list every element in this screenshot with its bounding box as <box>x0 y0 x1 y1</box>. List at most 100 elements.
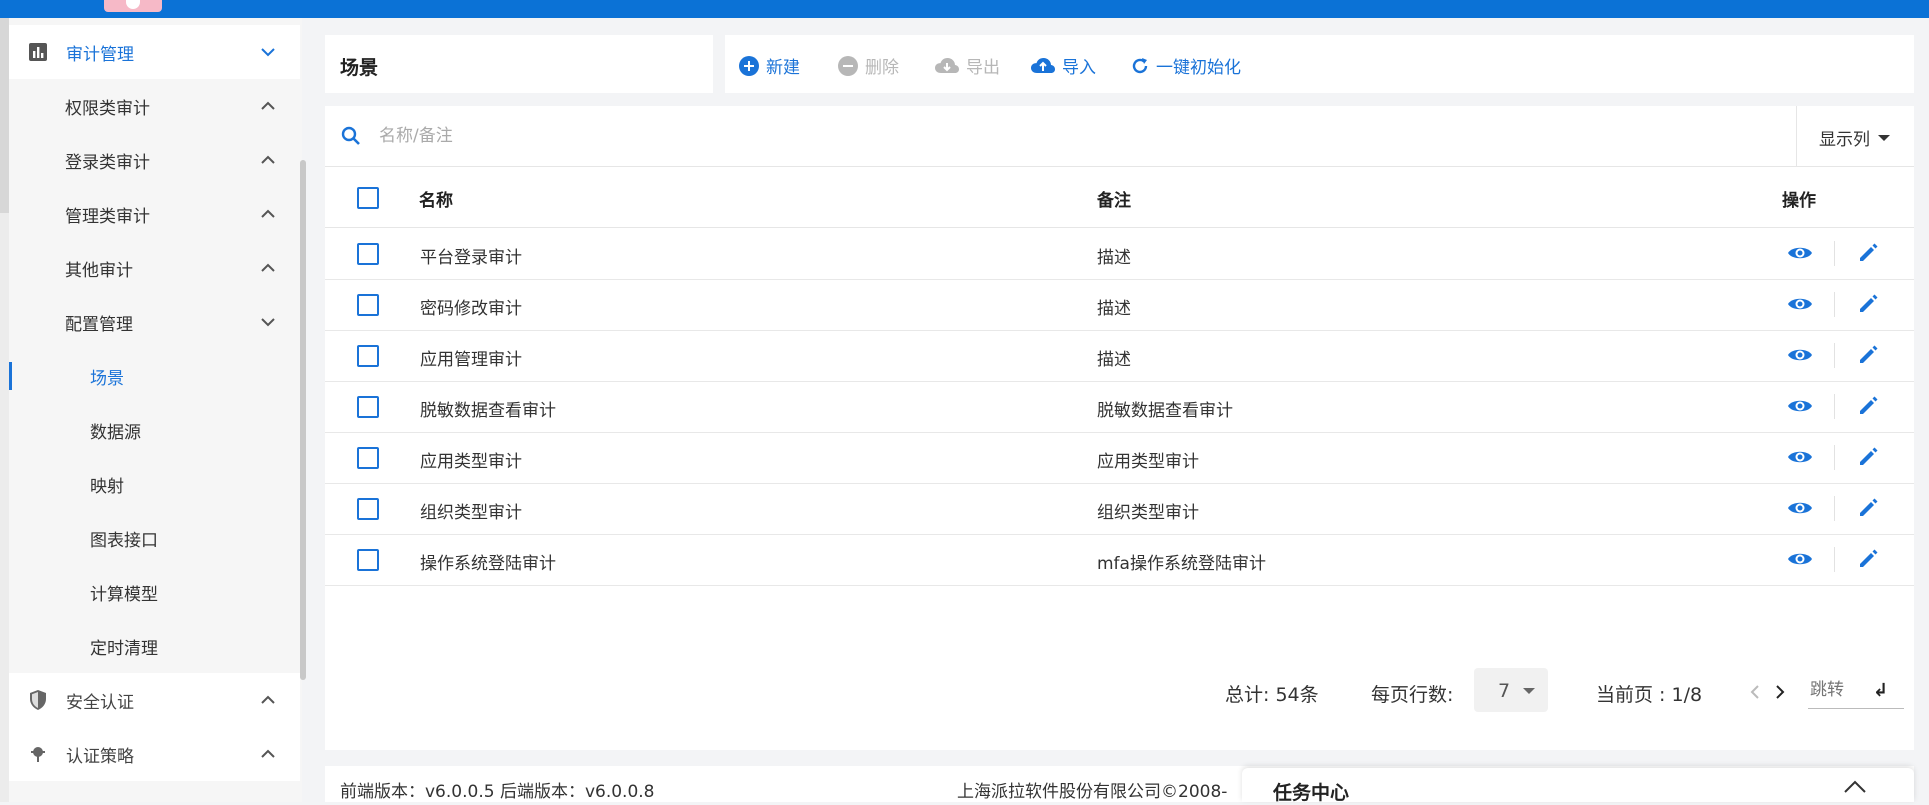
edit-pencil-icon[interactable] <box>1856 445 1880 469</box>
view-eye-icon[interactable] <box>1787 345 1813 365</box>
table-row[interactable]: 密码修改审计 描述 <box>325 279 1914 331</box>
sidebar-item-login-audit[interactable]: 登录类审计 <box>9 133 300 187</box>
copyright: 上海派拉软件股份有限公司©2008- <box>957 782 1228 802</box>
row-checkbox[interactable] <box>357 396 379 418</box>
row-remark: 描述 <box>1097 248 1131 268</box>
sidebar-item-management-audit[interactable]: 管理类审计 <box>9 187 300 241</box>
row-checkbox[interactable] <box>357 345 379 367</box>
chevron-up-icon <box>261 749 275 758</box>
sidebar-item-chart-api[interactable]: 图表接口 <box>9 511 300 565</box>
sidebar-item-mapping[interactable]: 映射 <box>9 457 300 511</box>
sidebar-item-scene[interactable]: 场景 <box>9 349 300 403</box>
action-divider <box>1834 394 1835 419</box>
new-button[interactable]: 新建 <box>738 53 800 78</box>
row-checkbox[interactable] <box>357 549 379 571</box>
sidebar-item-label: 配置管理 <box>65 314 133 335</box>
edit-pencil-icon[interactable] <box>1856 394 1880 418</box>
row-checkbox[interactable] <box>357 294 379 316</box>
cloud-download-icon <box>935 57 959 73</box>
column-header-name: 名称 <box>419 191 453 211</box>
edit-pencil-icon[interactable] <box>1856 241 1880 265</box>
sidebar-scrollbar[interactable] <box>300 160 306 680</box>
sidebar-item-label: 场景 <box>90 368 124 389</box>
row-remark: mfa操作系统登陆审计 <box>1097 554 1266 574</box>
top-bar <box>0 0 1929 18</box>
import-button[interactable]: 导入 <box>1030 53 1096 78</box>
task-center-panel[interactable]: 任务中心 <box>1242 768 1914 804</box>
edit-pencil-icon[interactable] <box>1856 496 1880 520</box>
sidebar-item-label: 认证策略 <box>66 746 134 767</box>
sidebar-item-scheduled-cleanup[interactable]: 定时清理 <box>9 619 300 673</box>
sidebar-item-label: 其他审计 <box>65 260 133 281</box>
export-button[interactable]: 导出 <box>934 53 1000 78</box>
table-row[interactable]: 应用类型审计 应用类型审计 <box>325 432 1914 484</box>
next-page-icon[interactable] <box>1773 683 1787 701</box>
view-eye-icon[interactable] <box>1787 549 1813 569</box>
action-divider <box>1834 547 1835 572</box>
task-center-title: 任务中心 <box>1273 782 1350 804</box>
sidebar-edge-marker <box>0 18 9 213</box>
bar-chart-icon <box>26 40 50 64</box>
table-row[interactable]: 操作系统登陆审计 mfa操作系统登陆审计 <box>325 534 1914 586</box>
rows-per-page-value: 7 <box>1498 680 1511 702</box>
edit-pencil-icon[interactable] <box>1856 547 1880 571</box>
row-remark: 描述 <box>1097 350 1131 370</box>
sidebar-item-other-audit[interactable]: 其他审计 <box>9 241 300 295</box>
page-title: 场景 <box>340 57 379 79</box>
rows-per-page-select[interactable]: 7 <box>1474 668 1548 712</box>
table-row[interactable]: 组织类型审计 组织类型审计 <box>325 483 1914 535</box>
sidebar-item-permission-audit[interactable]: 权限类审计 <box>9 79 300 133</box>
plus-circle-icon <box>739 55 759 76</box>
view-eye-icon[interactable] <box>1787 294 1813 314</box>
view-eye-icon[interactable] <box>1787 498 1813 518</box>
view-eye-icon[interactable] <box>1787 447 1813 467</box>
row-checkbox[interactable] <box>357 447 379 469</box>
select-all-checkbox[interactable] <box>357 187 379 209</box>
sidebar-item-compute-model[interactable]: 计算模型 <box>9 565 300 619</box>
chevron-up-icon[interactable] <box>1842 778 1868 796</box>
chevron-up-icon <box>261 209 275 218</box>
row-checkbox[interactable] <box>357 498 379 520</box>
edit-pencil-icon[interactable] <box>1856 343 1880 367</box>
search-icon <box>341 126 360 145</box>
sidebar-item-audit[interactable]: 审计管理 <box>9 25 300 79</box>
view-eye-icon[interactable] <box>1787 243 1813 263</box>
action-divider <box>1834 343 1835 368</box>
app-logo <box>104 0 162 12</box>
sidebar-item-label: 数据源 <box>90 422 141 443</box>
jump-input[interactable] <box>1808 679 1872 701</box>
row-remark: 脱敏数据查看审计 <box>1097 401 1233 421</box>
enter-icon[interactable]: ↲ <box>1873 680 1888 701</box>
sidebar-item-label: 登录类审计 <box>65 152 150 173</box>
sidebar-item-config-management[interactable]: 配置管理 <box>9 295 300 349</box>
sidebar-item-label: 定时清理 <box>90 638 158 659</box>
row-name: 应用类型审计 <box>420 452 522 472</box>
divider <box>1796 106 1797 166</box>
sidebar-item-auth-policy[interactable]: 认证策略 <box>9 727 300 781</box>
table-row[interactable]: 应用管理审计 描述 <box>325 330 1914 382</box>
sidebar-item-security-auth[interactable]: 安全认证 <box>9 673 300 727</box>
delete-button[interactable]: 删除 <box>837 53 899 78</box>
sidebar-item-label: 管理类审计 <box>65 206 150 227</box>
shield-icon <box>26 688 50 712</box>
sidebar-item-label: 审计管理 <box>66 44 134 65</box>
init-button[interactable]: 一键初始化 <box>1130 53 1241 78</box>
table-row[interactable]: 脱敏数据查看审计 脱敏数据查看审计 <box>325 381 1914 433</box>
search-input[interactable] <box>377 120 1481 152</box>
columns-button[interactable]: 显示列 <box>1819 125 1890 150</box>
row-checkbox[interactable] <box>357 243 379 265</box>
sidebar-item-datasource[interactable]: 数据源 <box>9 403 300 457</box>
sidebar-item-label: 映射 <box>90 476 124 497</box>
current-page: 当前页 : 1/8 <box>1596 684 1703 706</box>
action-divider <box>1834 496 1835 521</box>
sidebar-item-label: 计算模型 <box>90 584 158 605</box>
search-bar: 显示列 <box>325 106 1914 167</box>
sidebar-item-label: 图表接口 <box>90 530 158 551</box>
action-divider <box>1834 241 1835 266</box>
view-eye-icon[interactable] <box>1787 396 1813 416</box>
prev-page-icon[interactable] <box>1748 683 1762 701</box>
jump-to-page: ↲ <box>1808 678 1904 709</box>
edit-pencil-icon[interactable] <box>1856 292 1880 316</box>
column-header-remark: 备注 <box>1097 191 1131 211</box>
table-row[interactable]: 平台登录审计 描述 <box>325 228 1914 280</box>
